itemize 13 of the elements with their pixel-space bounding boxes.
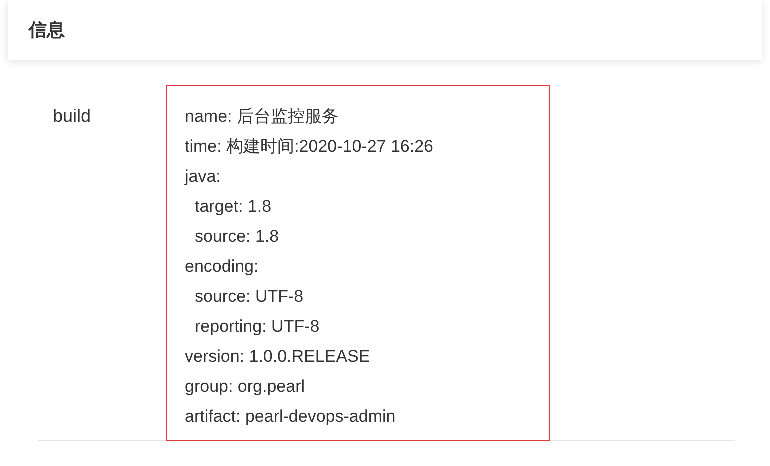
value-line: reporting: UTF-8 (194, 316, 321, 338)
value-line: version: 1.0.0.RELEASE (185, 346, 372, 368)
value-line: source: UTF-8 (194, 286, 305, 308)
value-line: source: 1.8 (194, 226, 280, 248)
row-label: build (52, 105, 92, 128)
card-title: 信息 (29, 18, 65, 42)
value-line: artifact: pearl-devops-admin (185, 406, 397, 428)
value-line: group: org.pearl (185, 376, 306, 398)
value-line: name: 后台监控服务 (185, 106, 340, 128)
value-line: time: 构建时间:2020-10-27 16:26 (185, 136, 435, 158)
value-line: java: (185, 166, 222, 188)
value-line: encoding: (185, 256, 260, 278)
value-line: target: 1.8 (194, 196, 273, 218)
